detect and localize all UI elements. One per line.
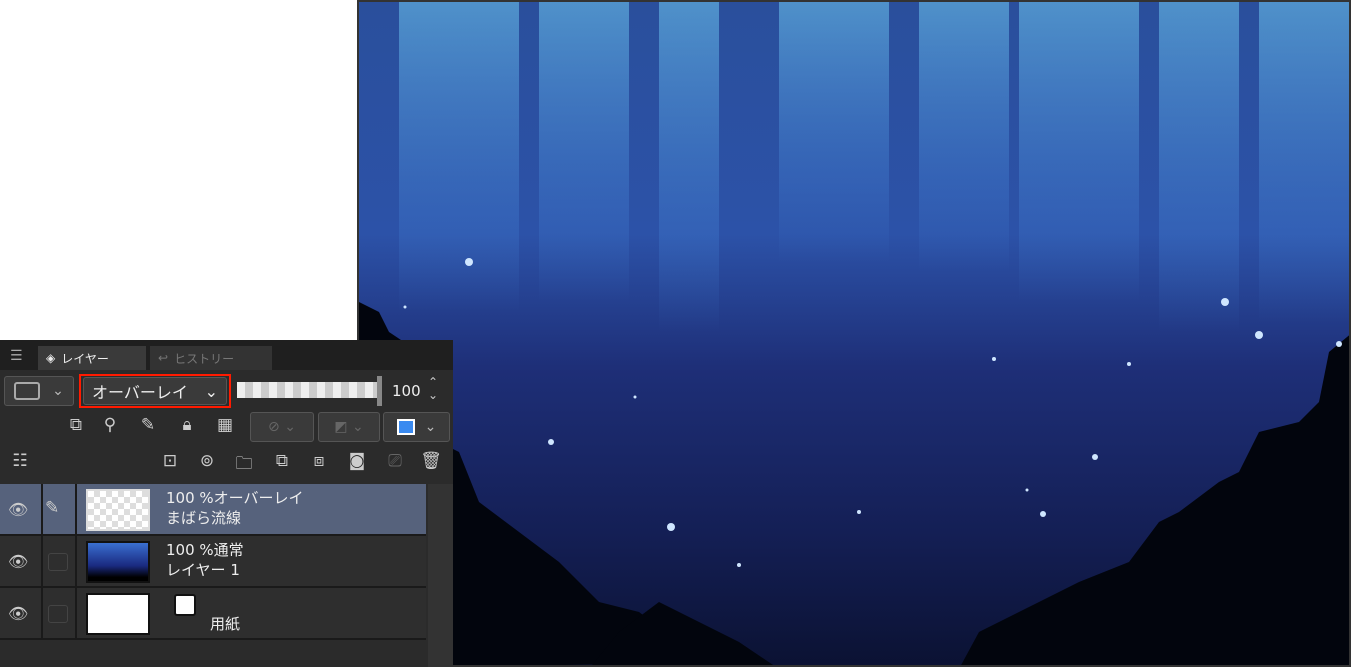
- layers-icon: ◈: [46, 351, 56, 365]
- layer-thumbnail: [86, 593, 150, 635]
- transfer-to-lower-layer-icon[interactable]: ⧉: [270, 451, 294, 471]
- star: [992, 357, 996, 361]
- clip-lower-layer-icon[interactable]: ⧉: [64, 415, 88, 435]
- draft-layer-icon[interactable]: ✎: [136, 415, 160, 435]
- panel-tabs: ☰ ◈ レイヤー ↩ ヒストリー: [0, 340, 453, 370]
- create-mask-icon[interactable]: ◙: [345, 451, 369, 471]
- eye-icon[interactable]: 👁︎: [8, 604, 34, 623]
- lock-transparency-icon[interactable]: ▦: [213, 415, 237, 435]
- eye-icon[interactable]: 👁︎: [8, 552, 34, 571]
- menu-icon[interactable]: ☰: [10, 348, 23, 364]
- star: [737, 563, 741, 567]
- opacity-slider-handle[interactable]: [377, 376, 382, 406]
- layer-thumbnail: [86, 489, 150, 531]
- apply-mask-icon[interactable]: ⎚: [383, 451, 407, 471]
- new-vector-layer-icon[interactable]: ⊚: [195, 451, 219, 471]
- mask-enable-dropdown[interactable]: ⊘ ⌄: [250, 412, 314, 442]
- layer-name: 用紙: [210, 615, 241, 633]
- layer-row[interactable]: 👁︎ ✎ 100 %オーバーレイ まばら流線: [0, 484, 426, 536]
- undo-icon: ↩: [158, 351, 169, 365]
- paper-layer-icon: [174, 594, 196, 616]
- new-folder-icon[interactable]: 🗀︎: [232, 451, 256, 480]
- blend-mode-dropdown[interactable]: オーバーレイ ⌄: [83, 377, 227, 405]
- lock-checkbox[interactable]: [48, 605, 68, 623]
- star: [1255, 331, 1263, 339]
- layer-name: まばら流線: [166, 509, 242, 527]
- layer-color-dropdown[interactable]: ⌄: [4, 376, 74, 406]
- star: [1336, 341, 1342, 347]
- opacity-stepper-icon[interactable]: ⌃ ⌄: [428, 376, 438, 402]
- reference-layer-icon[interactable]: ⚲: [98, 415, 122, 435]
- layer-row[interactable]: 👁︎ 用紙: [0, 588, 426, 640]
- combine-with-layer-below-icon[interactable]: ⧈: [307, 451, 331, 471]
- tab-layer[interactable]: ◈ レイヤー: [38, 346, 146, 370]
- layer-list-scrollbar[interactable]: [428, 484, 453, 667]
- layer-thumbnail: [86, 541, 150, 583]
- aurora-illustration: [359, 2, 1349, 665]
- opacity-value[interactable]: 100: [392, 382, 421, 400]
- eye-icon[interactable]: 👁︎: [8, 500, 34, 519]
- star: [403, 305, 407, 309]
- lock-checkbox[interactable]: [48, 553, 68, 571]
- star: [633, 395, 637, 399]
- pen-edit-icon: ✎: [45, 498, 60, 518]
- star: [548, 439, 554, 445]
- drawing-canvas[interactable]: [357, 0, 1351, 667]
- delete-layer-icon[interactable]: 🗑︎: [419, 451, 443, 471]
- layer-panel: ☰ ◈ レイヤー ↩ ヒストリー ⌄ オーバーレイ ⌄ 100 ⌃ ⌄ ⧉ ⚲ ✎ 🔒︎…: [0, 340, 453, 667]
- new-raster-layer-icon[interactable]: ⊡: [158, 451, 182, 471]
- star: [857, 510, 861, 514]
- star: [465, 258, 473, 266]
- chevron-down-icon: ⌄: [204, 381, 218, 401]
- layer-list: 👁︎ ✎ 100 %オーバーレイ まばら流線 👁︎ 100 %通常 レイヤー 1 👁…: [0, 484, 426, 640]
- tab-history[interactable]: ↩ ヒストリー: [150, 346, 272, 370]
- layer-color-toggle[interactable]: ⌄: [383, 412, 450, 442]
- opacity-slider[interactable]: [237, 382, 379, 398]
- lock-icon[interactable]: 🔒︎: [175, 415, 199, 435]
- layer-row[interactable]: 👁︎ 100 %通常 レイヤー 1: [0, 536, 426, 588]
- star: [1040, 511, 1046, 517]
- ruler-enable-dropdown[interactable]: ◩ ⌄: [318, 412, 380, 442]
- layer-name: レイヤー 1: [166, 561, 240, 579]
- star: [1221, 298, 1229, 306]
- star: [1092, 454, 1098, 460]
- star: [1025, 488, 1029, 492]
- star: [667, 523, 675, 531]
- star: [1127, 362, 1131, 366]
- layer-property-icon[interactable]: ☷: [8, 451, 32, 471]
